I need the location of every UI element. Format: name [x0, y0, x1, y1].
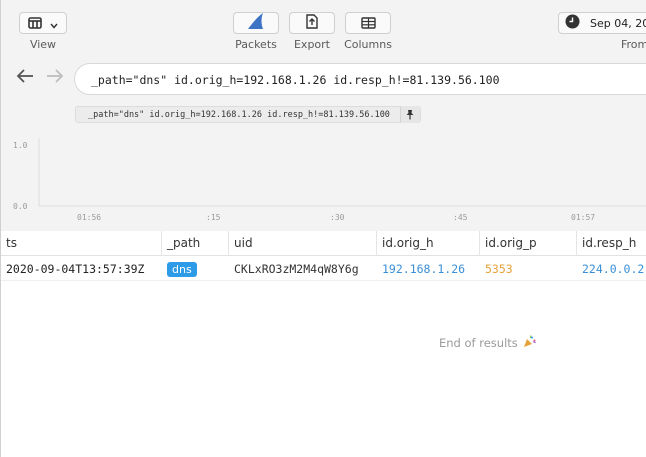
- results-table: ts _path uid id.orig_h id.orig_p id.resp…: [1, 231, 646, 457]
- window-layout-icon: [28, 14, 42, 33]
- columns-button[interactable]: [345, 12, 391, 34]
- shark-fin-icon: [246, 12, 266, 34]
- from-date-button[interactable]: Sep 04, 20: [558, 12, 646, 34]
- x-tick-label: 01:56: [77, 213, 101, 222]
- table-row[interactable]: 2020-09-04T13:57:39Z dns CKLxRO3zM2M4qW8…: [1, 257, 646, 281]
- column-header-orig-p[interactable]: id.orig_p: [480, 231, 577, 256]
- chevron-down-icon: [50, 14, 58, 33]
- search-pane: View Packets Export Columns Sep 04, 20 F…: [1, 0, 646, 231]
- column-header-ts[interactable]: ts: [1, 231, 162, 256]
- party-popper-icon: [523, 335, 536, 351]
- cell-resp-h[interactable]: 224.0.0.2: [577, 257, 646, 281]
- table-columns-icon: [360, 14, 376, 33]
- column-header-resp-h[interactable]: id.resp_h: [577, 231, 646, 256]
- search-input[interactable]: [91, 71, 646, 89]
- x-tick-label: 01:57: [571, 213, 595, 222]
- cell-ts[interactable]: 2020-09-04T13:57:39Z: [1, 257, 162, 281]
- search-bar[interactable]: [74, 63, 646, 95]
- packets-label: Packets: [235, 38, 277, 51]
- y-tick-label: 0.0: [13, 202, 28, 211]
- packets-button[interactable]: [233, 12, 279, 34]
- y-tick-label: 1.0: [13, 141, 28, 150]
- view-label: View: [29, 38, 57, 51]
- cell-path[interactable]: dns: [162, 257, 229, 281]
- end-of-results: End of results: [439, 335, 536, 351]
- cell-uid[interactable]: CKLxRO3zM2M4qW8Y6g: [229, 257, 377, 281]
- pin-icon[interactable]: [399, 106, 420, 123]
- clock-icon: [565, 14, 580, 33]
- columns-label: Columns: [344, 38, 392, 51]
- app-window: View Packets Export Columns Sep 04, 20 F…: [0, 0, 646, 457]
- histogram-chart[interactable]: 1.0 0.0 01:56 :15 :30 :45 01:57: [1, 132, 646, 230]
- cell-orig-h[interactable]: 192.168.1.26: [377, 257, 480, 281]
- export-label: Export: [293, 38, 330, 51]
- export-button[interactable]: [289, 12, 335, 34]
- file-export-icon: [306, 13, 318, 33]
- column-header-orig-h[interactable]: id.orig_h: [377, 231, 480, 256]
- end-of-results-text: End of results: [439, 336, 518, 350]
- view-button[interactable]: [19, 12, 67, 34]
- x-tick-label: :30: [330, 213, 345, 222]
- pinned-query-text: _path="dns" id.orig_h=192.168.1.26 id.re…: [88, 109, 390, 120]
- column-header-path[interactable]: _path: [162, 231, 229, 256]
- arrow-left-icon: [16, 68, 34, 88]
- back-button[interactable]: [13, 66, 37, 90]
- table-header-row: ts _path uid id.orig_h id.orig_p id.resp…: [1, 231, 646, 256]
- from-date-text: Sep 04, 20: [590, 16, 646, 30]
- path-badge: dns: [167, 262, 197, 277]
- arrow-right-icon: [46, 68, 64, 88]
- pinned-query-chip[interactable]: _path="dns" id.orig_h=192.168.1.26 id.re…: [75, 106, 421, 123]
- forward-button[interactable]: [43, 66, 67, 90]
- x-tick-label: :45: [453, 213, 468, 222]
- cell-orig-p[interactable]: 5353: [480, 257, 577, 281]
- x-tick-label: :15: [206, 213, 221, 222]
- from-label: From: [621, 38, 646, 51]
- column-header-uid[interactable]: uid: [229, 231, 377, 256]
